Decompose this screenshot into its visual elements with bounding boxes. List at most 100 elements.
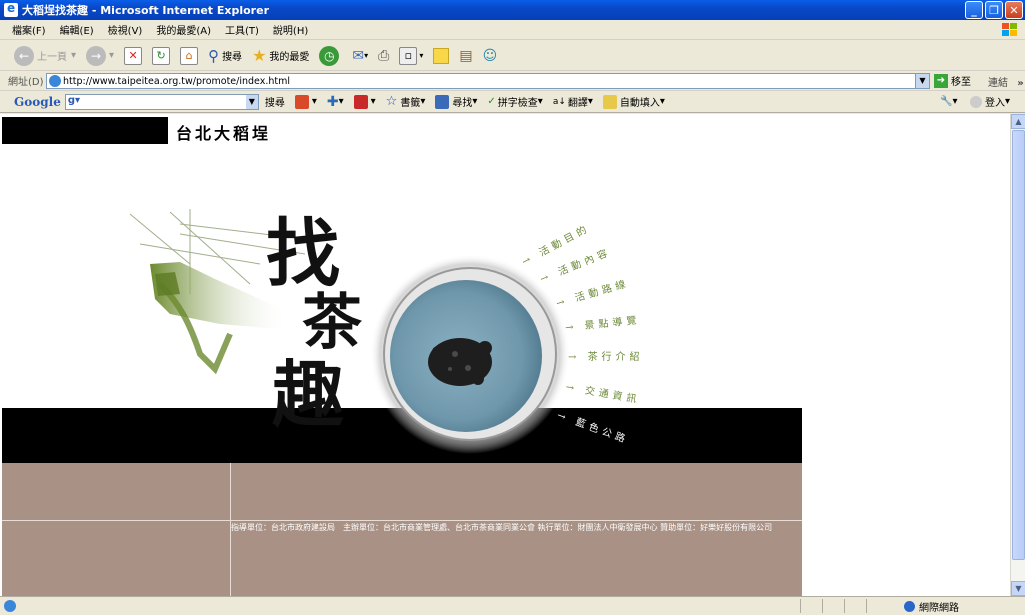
- mail-button[interactable]: ✉ ▾: [352, 48, 368, 64]
- menu-edit[interactable]: 編輯(E): [60, 22, 94, 37]
- forward-dropdown-icon: ▾: [109, 50, 115, 61]
- print-button[interactable]: ⎙: [378, 48, 389, 64]
- links-more-icon: »: [1017, 78, 1024, 89]
- footer-credits: 指導單位：台北市政府建設局 主辦單位：台北市商業管理處、台北市茶商業同業公會 執…: [231, 523, 773, 532]
- go-button[interactable]: ➜ 移至: [934, 73, 971, 88]
- search-button[interactable]: ⚲ 搜尋: [208, 47, 242, 65]
- bookmark-star-icon: ☆: [385, 94, 398, 109]
- find-icon: [435, 94, 450, 109]
- note-icon: [433, 47, 450, 64]
- login-label: 登入: [985, 98, 1005, 109]
- status-panels: [800, 599, 888, 613]
- menu-help[interactable]: 說明(H): [273, 22, 308, 37]
- google-search-dropdown-icon[interactable]: ▼: [245, 94, 258, 109]
- search-label: 搜尋: [222, 52, 243, 63]
- address-bar: 網址(D) http://www.taipeitea.org.tw/promot…: [0, 71, 1025, 91]
- site-header-bar: [2, 117, 168, 144]
- go-label: 移至: [951, 77, 971, 88]
- history-button[interactable]: ◷: [319, 45, 342, 66]
- forward-arrow-icon: →: [86, 45, 107, 66]
- login-circle-icon: [970, 95, 982, 108]
- refresh-icon: ↻: [152, 46, 171, 65]
- internet-globe-icon: [904, 601, 915, 612]
- google-logo[interactable]: Google: [14, 95, 61, 109]
- autofill-button[interactable]: 自動填入 ▾: [602, 94, 665, 109]
- go-arrow-icon: ➜: [934, 73, 948, 88]
- menu-link-route-label: 活動路線: [573, 278, 631, 305]
- forward-button[interactable]: → ▾: [86, 45, 115, 66]
- status-bar: 網際網路: [0, 596, 1025, 615]
- scroll-thumb[interactable]: [1012, 130, 1025, 560]
- address-dropdown-icon[interactable]: ▼: [915, 74, 929, 88]
- refresh-button[interactable]: ↻: [152, 46, 171, 65]
- settings-button[interactable]: 🔧 ▾: [940, 96, 957, 107]
- edit-button[interactable]: ▫ ▾: [399, 46, 424, 65]
- find-button[interactable]: 尋找 ▾: [435, 94, 477, 109]
- big-title-char-3: 趣: [272, 352, 345, 437]
- messenger-icon: ☺: [482, 47, 498, 64]
- find-label: 尋找: [452, 98, 473, 109]
- links-label: 連結: [988, 78, 1008, 89]
- google-toolbar: Google g▾ ▼ 搜尋 ▾ ✚ ▾ ▾ ☆ 書籤 ▾ 尋找 ▾ ✓ 拼字檢查 ▾ …: [0, 91, 1025, 113]
- restore-button[interactable]: ❐: [985, 1, 1003, 19]
- google-pagerank-button[interactable]: ▾: [294, 94, 317, 109]
- scroll-up-icon[interactable]: ▲: [1011, 114, 1025, 129]
- menu-link-attractions[interactable]: → 景點導覽: [564, 311, 641, 334]
- web-page-viewport: 台北大稻埕 指導單位：台北市政府建設局 主辦單位：台北市商業管理處、台北市茶商業…: [0, 114, 1010, 596]
- menu-file[interactable]: 檔案(F): [12, 22, 46, 37]
- edit-dropdown-icon: ▾: [419, 51, 424, 60]
- scroll-down-icon[interactable]: ▼: [1011, 581, 1025, 596]
- print-icon: ⎙: [378, 47, 390, 64]
- menu-link-attractions-label: 景點導覽: [584, 315, 641, 332]
- minimize-button[interactable]: _: [965, 1, 983, 19]
- spellcheck-button[interactable]: ✓ 拼字檢查 ▾: [487, 94, 542, 109]
- pagerank-icon: [294, 94, 309, 109]
- site-name: 台北大稻埕: [176, 124, 272, 143]
- mail-icon: ✉: [352, 47, 365, 64]
- back-label: 上一頁: [37, 52, 67, 63]
- favorites-button[interactable]: ★ 我的最愛: [252, 46, 309, 65]
- security-zone: 網際網路: [904, 599, 959, 614]
- page-status-icon: [4, 600, 16, 612]
- home-icon: ⌂: [180, 46, 199, 65]
- address-label: 網址(D): [8, 77, 44, 88]
- windows-logo-icon: [1001, 22, 1019, 38]
- google-plus-button[interactable]: ✚ ▾: [327, 94, 344, 110]
- stop-button[interactable]: ✕: [124, 46, 143, 65]
- favorites-label: 我的最愛: [269, 52, 310, 63]
- translate-button[interactable]: a↓ 翻譯 ▾: [553, 94, 593, 109]
- google-search-label: 搜尋: [264, 98, 285, 109]
- login-button[interactable]: 登入 ▾: [970, 94, 1010, 109]
- translate-label: 翻譯: [567, 98, 588, 109]
- menu-view[interactable]: 檢視(V): [108, 22, 143, 37]
- menu-link-transport[interactable]: → 交通資訊: [565, 378, 642, 406]
- hero-section: 台北大稻埕 指導單位：台北市政府建設局 主辦單位：台北市商業管理處、台北市茶商業…: [0, 114, 1010, 596]
- title-bar: 大稻埕找茶趣 - Microsoft Internet Explorer _ ❐…: [0, 0, 1025, 20]
- research-icon: ▤: [459, 47, 473, 64]
- close-button[interactable]: ✕: [1005, 1, 1023, 19]
- menu-tools[interactable]: 工具(T): [225, 22, 259, 37]
- notes-button[interactable]: [433, 47, 450, 64]
- translate-icon: a↓: [552, 96, 566, 107]
- spellcheck-label: 拼字檢查: [497, 98, 538, 109]
- popup-blocker-button[interactable]: ▾: [353, 94, 376, 109]
- google-search-input[interactable]: g▾ ▼: [64, 93, 259, 110]
- research-button[interactable]: ▤: [459, 48, 472, 64]
- bookmarks-button[interactable]: ☆ 書籤 ▾: [386, 94, 426, 109]
- menu-link-teashops[interactable]: → 茶行介紹: [568, 348, 644, 363]
- links-button[interactable]: 連結 »: [988, 74, 1024, 89]
- footer-divider-horizontal: [2, 520, 802, 521]
- google-g-icon: g▾: [67, 94, 81, 106]
- menu-link-transport-label: 交通資訊: [583, 385, 642, 407]
- menu-favorites[interactable]: 我的最愛(A): [156, 22, 211, 37]
- vertical-scrollbar[interactable]: ▲ ▼: [1010, 114, 1025, 596]
- back-button[interactable]: ← 上一頁 ▾: [14, 45, 76, 66]
- history-icon: ◷: [319, 45, 340, 66]
- address-input[interactable]: http://www.taipeitea.org.tw/promote/inde…: [46, 73, 930, 89]
- stop-icon: ✕: [124, 46, 143, 65]
- messenger-button[interactable]: ☺: [483, 48, 498, 64]
- ie-app-icon: [4, 1, 18, 17]
- spellcheck-icon: ✓: [487, 96, 496, 107]
- google-search-button[interactable]: 搜尋: [265, 94, 285, 109]
- home-button[interactable]: ⌂: [180, 46, 199, 65]
